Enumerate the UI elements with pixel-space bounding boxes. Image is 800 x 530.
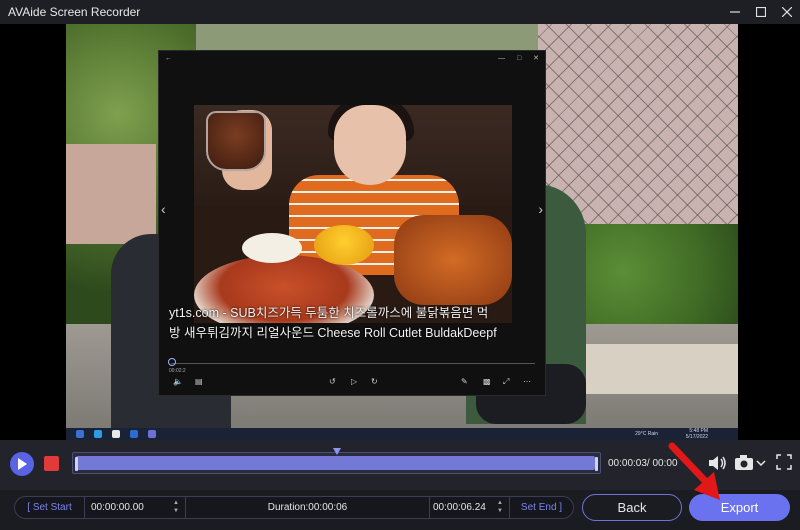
- start-time-field[interactable]: 00:00:00.00: [91, 497, 144, 518]
- video-preview: 29°C Rain 5:48 PM 5/17/2022 ← — □ ✕ ‹ › …: [0, 24, 800, 440]
- minimize-icon[interactable]: [722, 0, 748, 24]
- video-frame: [194, 105, 512, 323]
- bottom-bar: [ Set Start 00:00:00.00 ▲ ▼ Duration:00:0…: [0, 490, 800, 530]
- volume-icon: 🔈: [173, 377, 183, 386]
- volume-icon[interactable]: [707, 454, 727, 472]
- app-window: AVAide Screen Recorder 29°C Rain 5:48 PM…: [0, 0, 800, 530]
- end-time-field[interactable]: 00:00:06.24: [433, 497, 486, 518]
- frame-cup: [206, 111, 266, 171]
- frame-fries: [394, 215, 512, 305]
- video-caption: yt1s.com - SUB치즈가득 두툼한 치즈롤까스에 불닭볶음면 먹 방 …: [169, 303, 539, 343]
- chevron-left-icon: ‹: [161, 201, 166, 217]
- play-button[interactable]: [10, 452, 34, 476]
- player-time: 00:02:2: [169, 368, 186, 374]
- end-time-stepper[interactable]: ▲ ▼: [495, 499, 505, 517]
- app-icon: [130, 430, 138, 438]
- more-icon: ⋯: [523, 377, 531, 386]
- frame-noodles: [242, 233, 302, 263]
- player-progress-knob: [168, 358, 176, 366]
- player-maximize-icon: □: [516, 55, 522, 62]
- start-icon: [76, 430, 84, 438]
- edge-icon: [94, 430, 102, 438]
- stop-button[interactable]: [44, 456, 59, 471]
- timecode: 00:00:03/ 00:00: [608, 458, 678, 469]
- play-icon: [18, 458, 27, 470]
- player-minimize-icon: —: [497, 55, 505, 62]
- close-icon[interactable]: [774, 0, 800, 24]
- scene-wall: [66, 144, 156, 244]
- trim-handle-left[interactable]: [75, 457, 78, 471]
- chevron-down-icon[interactable]: [756, 460, 766, 466]
- forward-icon: ↻: [371, 377, 378, 386]
- cast-icon: ▩: [483, 377, 491, 386]
- export-button[interactable]: Export: [689, 494, 790, 521]
- playhead-icon[interactable]: [332, 448, 341, 456]
- rewind-icon: ↺: [329, 377, 336, 386]
- file-icon: [112, 430, 120, 438]
- frame-bowl: [314, 225, 374, 265]
- player-controls: 🔈 ▤ ↺ ▷ ↻ ✎ ▩ ⤢ ⋯: [159, 377, 547, 391]
- set-end-button[interactable]: Set End ]: [509, 497, 573, 518]
- caption-line-2: 방 새우튀김까지 리얼사운드 Cheese Roll Cutlet Buldak…: [169, 326, 497, 340]
- player-close-icon: ✕: [533, 55, 539, 62]
- player-progress: [171, 363, 535, 364]
- maximize-icon[interactable]: [748, 0, 774, 24]
- title-bar: AVAide Screen Recorder: [0, 0, 800, 24]
- frame-head: [334, 105, 406, 185]
- caption-line-1: yt1s.com - SUB치즈가득 두툼한 치즈롤까스에 불닭볶음면 먹: [169, 306, 489, 320]
- recorder-icon: [148, 430, 156, 438]
- fullscreen-icon[interactable]: [776, 454, 792, 470]
- set-start-button[interactable]: [ Set Start: [15, 497, 85, 518]
- start-time-stepper[interactable]: ▲ ▼: [171, 499, 181, 517]
- trim-controls: [ Set Start 00:00:00.00 ▲ ▼ Duration:00:0…: [14, 496, 574, 519]
- window-title: AVAide Screen Recorder: [8, 5, 141, 19]
- camera-icon[interactable]: [734, 454, 754, 472]
- trim-handle-right[interactable]: [595, 457, 598, 471]
- expand-icon: ⤢: [503, 377, 510, 386]
- player-window-controls: — □ ✕: [488, 54, 539, 62]
- back-arrow-icon: ←: [165, 54, 172, 62]
- pen-icon: ✎: [461, 377, 468, 386]
- back-button[interactable]: Back: [582, 494, 682, 521]
- taskbar-clock: 5:48 PM 5/17/2022: [686, 428, 708, 440]
- timeline-bar: 00:00:03/ 00:00: [0, 440, 800, 490]
- duration-label: Duration:00:00:06: [185, 497, 430, 518]
- recorded-taskbar: 29°C Rain 5:48 PM 5/17/2022: [66, 428, 738, 440]
- timeline-selection: [76, 456, 595, 470]
- taskbar-weather: 29°C Rain: [635, 431, 658, 437]
- scene-curb: [568, 344, 738, 394]
- subtitle-icon: ▤: [195, 377, 203, 386]
- inner-player-window: ← — □ ✕ ‹ › yt1s.com - SUB치즈가득 두툼한 치즈롤까스…: [158, 50, 546, 396]
- window-controls: [722, 0, 800, 24]
- player-titlebar: ← — □ ✕: [159, 51, 545, 65]
- chevron-right-icon: ›: [538, 201, 543, 217]
- play-icon: ▷: [351, 377, 358, 386]
